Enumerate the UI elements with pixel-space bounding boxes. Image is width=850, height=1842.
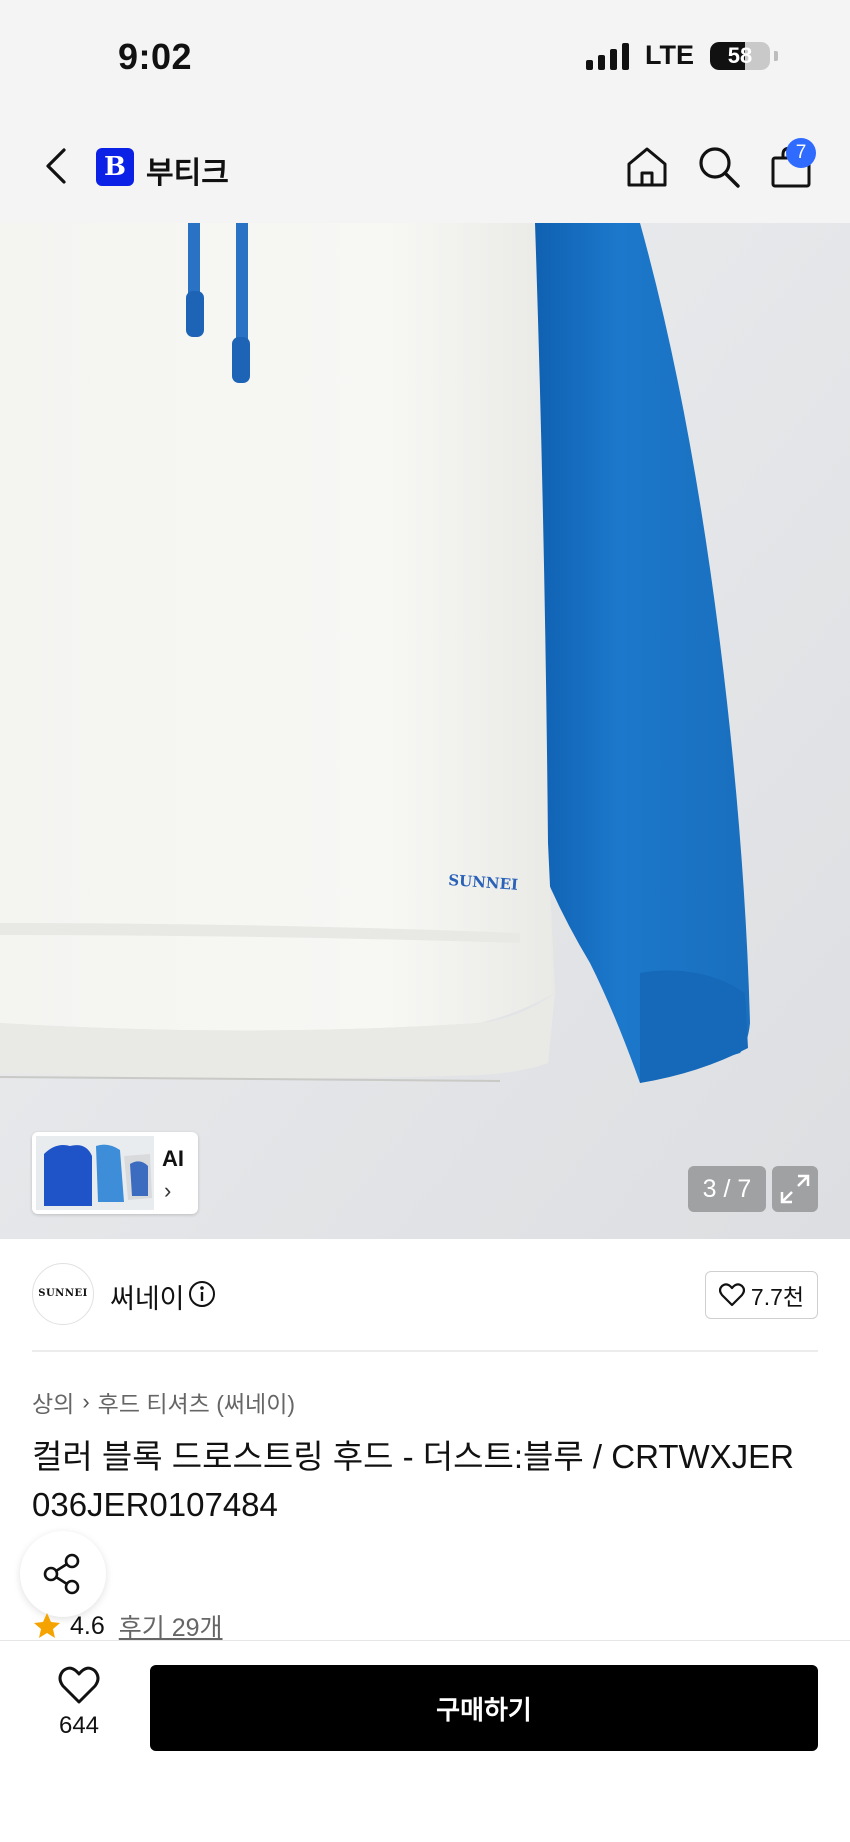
product-image-gallery[interactable]: SUNNEI AI › 3 / 7 [0,223,850,1239]
buy-button[interactable]: 구매하기 [150,1665,818,1751]
product-photo: SUNNEI [0,223,850,1239]
ai-label: AI [162,1146,184,1171]
share-icon [43,1553,80,1595]
battery-icon: 58 [710,41,770,70]
back-icon[interactable] [40,144,74,188]
breadcrumb-item-subcategory[interactable]: 후드 티셔츠 (써네이) [98,1385,295,1419]
breadcrumb: 상의 › 후드 티셔츠 (써네이) [32,1385,295,1419]
image-counter: 3 / 7 [688,1166,766,1212]
chevron-right-icon: › [164,1178,172,1203]
brand-logo[interactable]: B [96,148,134,186]
wishlist-button[interactable]: 644 [40,1665,118,1765]
status-time: 9:02 [118,36,193,77]
home-icon[interactable] [624,144,670,190]
breadcrumb-item-category[interactable]: 상의 [32,1385,74,1419]
expand-icon[interactable] [772,1166,818,1212]
battery-percent: 58 [727,42,753,68]
product-title: 컬러 블록 드로스트링 후드 - 더스트:블루 / CRTWXJER 036JE… [32,1438,794,1523]
search-icon[interactable] [696,144,742,190]
battery-tip [774,50,778,61]
heart-icon [718,1283,745,1307]
divider [32,1350,818,1352]
network-label: LTE [645,40,694,70]
nav-bar: B 부티크 7 [0,110,850,223]
info-icon[interactable] [188,1280,216,1308]
brand-name[interactable]: 부티크 [146,148,229,192]
rating-value: 4.6 [70,1611,105,1640]
status-indicators: LTE 58 [586,40,778,71]
thumbnail-image [36,1136,154,1210]
brand-like-button[interactable]: 7.7천 [705,1271,818,1319]
wishlist-count: 644 [58,1712,100,1739]
share-button[interactable] [20,1531,106,1617]
rating-row: 4.6 후기 29개 [32,1608,223,1644]
heart-icon [58,1666,100,1704]
bottom-bar: 644 구매하기 [0,1640,850,1842]
signal-icon [586,42,629,70]
chevron-right-icon: › [82,1389,90,1414]
brand-avatar[interactable]: SUNNEI [32,1263,94,1325]
brand-title[interactable]: 써네이 [110,1277,185,1316]
brand-row: SUNNEI 써네이 7.7천 [0,1239,850,1351]
brand-like-count: 7.7천 [750,1284,805,1310]
status-bar: 9:02 LTE 58 [0,0,850,110]
ai-similar-thumbnail[interactable]: AI › [32,1132,198,1214]
cart-count-badge: 7 [786,138,816,168]
star-icon [34,1613,60,1638]
review-link[interactable]: 후기 29개 [119,1608,223,1644]
